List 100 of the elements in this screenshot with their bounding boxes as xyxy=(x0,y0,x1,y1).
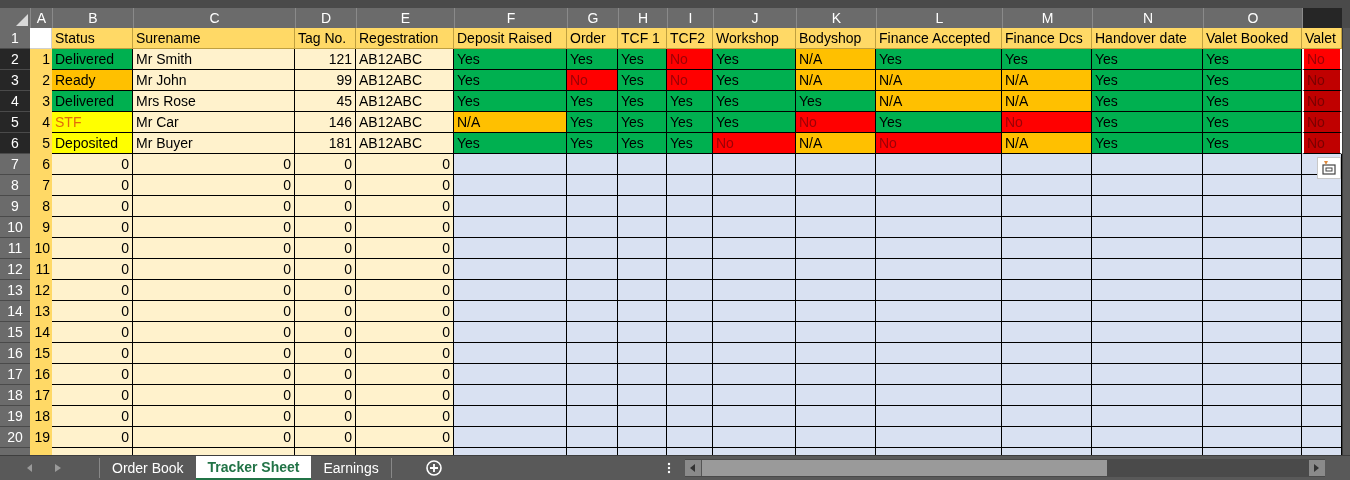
column-header: Handover date xyxy=(1092,28,1203,49)
row-number[interactable]: 6 xyxy=(0,133,30,154)
column-header: Valet Booked xyxy=(1203,28,1302,49)
table-cell: No xyxy=(667,70,713,91)
table-cell: 181 xyxy=(295,133,356,154)
table-cell: 121 xyxy=(295,49,356,70)
table-cell: 1 xyxy=(30,49,52,70)
sheet-tab[interactable]: Earnings xyxy=(311,456,391,480)
table-cell: 0 xyxy=(52,364,133,385)
table-cell: 11 xyxy=(30,259,52,280)
table-cell: 0 xyxy=(295,301,356,322)
table-cell: 0 xyxy=(356,427,454,448)
table-cell: 0 xyxy=(52,406,133,427)
table-cell: 6 xyxy=(30,154,52,175)
column-header: Status xyxy=(52,28,133,49)
table-cell: Yes xyxy=(713,70,796,91)
add-sheet-icon[interactable] xyxy=(425,460,442,476)
row-number[interactable]: 4 xyxy=(0,91,30,112)
table-cell: 3 xyxy=(30,91,52,112)
table-cell: Mr Smith xyxy=(133,49,295,70)
table-cell: 0 xyxy=(356,301,454,322)
table-cell: Yes xyxy=(618,133,667,154)
table-cell: 0 xyxy=(356,406,454,427)
table-cell: 10 xyxy=(30,238,52,259)
table-cell: Yes xyxy=(1203,91,1302,112)
table-cell: Yes xyxy=(567,91,618,112)
row-number[interactable]: 1 xyxy=(0,28,30,49)
table-cell: 0 xyxy=(295,196,356,217)
row-number[interactable]: 16 xyxy=(0,343,30,364)
table-cell: 0 xyxy=(295,406,356,427)
table-cell: Ready xyxy=(52,70,133,91)
table-cell: 9 xyxy=(30,217,52,238)
row-number[interactable]: 10 xyxy=(0,217,30,238)
column-letter[interactable] xyxy=(1302,8,1342,28)
table-cell: 0 xyxy=(133,196,295,217)
row-number[interactable]: 2 xyxy=(0,49,30,70)
table-cell: Mr John xyxy=(133,70,295,91)
vertical-scrollbar[interactable] xyxy=(1342,28,1350,455)
row-number[interactable]: 18 xyxy=(0,385,30,406)
column-header: Finance Dcs xyxy=(1002,28,1092,49)
table-cell: 0 xyxy=(295,154,356,175)
column-header: TCF2 xyxy=(667,28,713,49)
table-cell: Yes xyxy=(618,91,667,112)
horizontal-scrollbar[interactable] xyxy=(684,459,1325,477)
column-header: Regestration xyxy=(356,28,454,49)
scrollbar-thumb[interactable] xyxy=(700,460,1107,476)
table-cell: Yes xyxy=(713,112,796,133)
table-cell: No xyxy=(796,112,876,133)
table-cell: Yes xyxy=(1002,49,1092,70)
row-number[interactable]: 12 xyxy=(0,259,30,280)
scroll-right-icon[interactable] xyxy=(55,464,61,472)
table-cell: Yes xyxy=(454,49,567,70)
row-number[interactable]: 15 xyxy=(0,322,30,343)
table-cell: 0 xyxy=(133,364,295,385)
table-cell: Yes xyxy=(618,70,667,91)
row-number[interactable]: 19 xyxy=(0,406,30,427)
table-cell: Yes xyxy=(876,49,1002,70)
scroll-right-arrow-icon[interactable] xyxy=(1314,464,1320,472)
table-cell: AB12ABC xyxy=(356,133,454,154)
table-cell: 18 xyxy=(30,406,52,427)
table-cell: 0 xyxy=(356,280,454,301)
clipboard-icon xyxy=(1321,160,1337,176)
row-number[interactable]: 5 xyxy=(0,112,30,133)
row-number[interactable]: 7 xyxy=(0,154,30,175)
table-cell: 0 xyxy=(356,322,454,343)
row-number[interactable]: 9 xyxy=(0,196,30,217)
row-number[interactable]: 17 xyxy=(0,364,30,385)
table-cell: 15 xyxy=(30,343,52,364)
table-cell: Yes xyxy=(1092,70,1203,91)
sheet-tab[interactable]: Order Book xyxy=(100,456,196,480)
table-cell: 4 xyxy=(30,112,52,133)
table-cell: 0 xyxy=(52,217,133,238)
row-number[interactable]: 20 xyxy=(0,427,30,448)
table-cell: Yes xyxy=(1203,70,1302,91)
column-header: Deposit Raised xyxy=(454,28,567,49)
scroll-left-arrow-icon[interactable] xyxy=(690,464,696,472)
table-cell: 0 xyxy=(356,175,454,196)
table-cell: Yes xyxy=(876,112,1002,133)
table-cell: 0 xyxy=(133,280,295,301)
row-number[interactable]: 3 xyxy=(0,70,30,91)
table-cell: 0 xyxy=(52,280,133,301)
row-number[interactable]: 11 xyxy=(0,238,30,259)
row-number[interactable]: 8 xyxy=(0,175,30,196)
table-cell: Yes xyxy=(1203,112,1302,133)
table-cell: Yes xyxy=(1092,112,1203,133)
paste-options-button[interactable] xyxy=(1317,157,1341,179)
more-options-icon[interactable] xyxy=(666,462,671,474)
table-cell: No xyxy=(567,70,618,91)
scroll-left-icon[interactable] xyxy=(27,464,33,472)
row-number[interactable]: 14 xyxy=(0,301,30,322)
sheet-tab[interactable]: Tracker Sheet xyxy=(195,456,312,480)
table-cell: Yes xyxy=(618,112,667,133)
table-cell: N/A xyxy=(796,70,876,91)
table-cell: 0 xyxy=(52,322,133,343)
table-cell: 0 xyxy=(295,343,356,364)
table-cell: N/A xyxy=(796,49,876,70)
table-cell: 0 xyxy=(295,259,356,280)
row-number[interactable]: 13 xyxy=(0,280,30,301)
table-cell: Yes xyxy=(454,91,567,112)
table-cell: 0 xyxy=(295,280,356,301)
